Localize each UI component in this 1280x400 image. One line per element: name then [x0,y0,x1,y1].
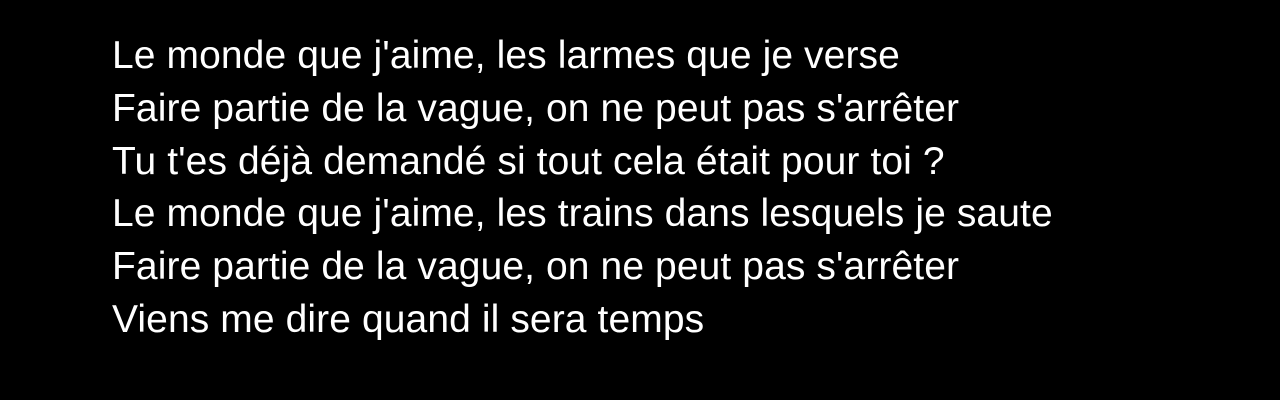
lyrics-block: Le monde que j'aime, les larmes que je v… [112,30,1053,347]
lyric-line-4: Le monde que j'aime, les trains dans les… [112,192,1053,236]
lyric-line-3: Tu t'es déjà demandé si tout cela était … [112,139,945,183]
lyric-line-2: Faire partie de la vague, on ne peut pas… [112,86,960,130]
lyric-line-5: Faire partie de la vague, on ne peut pas… [112,245,960,289]
lyric-line-1: Le monde que j'aime, les larmes que je v… [112,34,900,77]
lyric-line-6: Viens me dire quand il sera temps [112,297,705,341]
lyrics-screen: Le monde que j'aime, les larmes que je v… [0,0,1280,400]
